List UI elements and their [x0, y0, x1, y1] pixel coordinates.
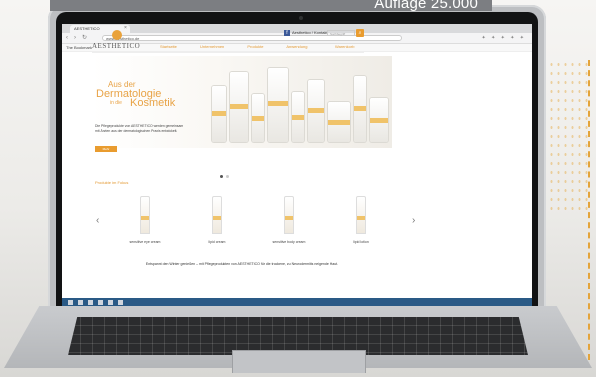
product-name: lipid lotion — [353, 240, 369, 244]
products-heading: Produkte im Fokus — [95, 180, 129, 185]
footer-tagline: Entspannt den Winter genießen – mit Pfle… — [145, 262, 339, 266]
product-card[interactable]: sensitive body cream — [264, 196, 314, 244]
laptop-trackpad — [232, 350, 366, 373]
product-name: sensitive body cream — [272, 240, 306, 244]
product-card[interactable]: lipid cream — [192, 196, 242, 244]
product-image — [308, 80, 324, 142]
slider-dot[interactable] — [226, 175, 229, 178]
product-name: lipid cream — [208, 240, 226, 244]
hero-more-button[interactable]: Mehr — [95, 146, 117, 152]
taskbar-app-icon[interactable] — [118, 300, 123, 305]
camera-icon — [299, 16, 303, 20]
menu-item-company[interactable]: Unternehmen — [200, 44, 224, 49]
hero-copy: Die Pflegeprodukte von AESTHETICO werden… — [95, 124, 184, 133]
taskbar-app-icon[interactable] — [78, 300, 83, 305]
start-icon[interactable] — [68, 300, 73, 305]
product-image — [328, 102, 350, 142]
product-image — [252, 94, 264, 142]
product-card[interactable]: lipid lotion — [336, 196, 386, 244]
taskbar-app-icon[interactable] — [98, 300, 103, 305]
decor-dot-pattern — [548, 60, 588, 210]
chevron-right-icon[interactable]: › — [412, 215, 415, 226]
menu-item-application[interactable]: Anwendung — [286, 44, 307, 49]
product-image — [370, 98, 388, 142]
site-logo[interactable]: AESTHETICO — [92, 42, 140, 50]
menu-divider — [92, 52, 364, 53]
product-name: sensitive eye cream — [129, 240, 161, 244]
logo-icon[interactable] — [112, 30, 122, 40]
cart-link[interactable]: Warenkorb — [335, 44, 354, 49]
menu-item-home[interactable]: Startseite — [160, 44, 177, 49]
product-card[interactable]: sensitive eye cream — [120, 196, 170, 244]
chevron-left-icon[interactable]: ‹ — [96, 215, 99, 226]
product-image — [292, 92, 304, 142]
menu-item-products[interactable]: Produkte — [247, 44, 263, 49]
social-links: f Aesthetico / Kontakt — [284, 30, 328, 36]
product-image — [354, 76, 366, 142]
print-run-banner: Auflage 25.000 — [50, 0, 492, 11]
hero-heading-line4: Kosmetik — [130, 97, 176, 109]
product-image — [212, 86, 226, 142]
product-image — [230, 72, 248, 142]
product-image — [268, 68, 288, 142]
site-content: AESTHETICO f Aesthetico / Kontakt Suchbeg… — [62, 24, 532, 307]
social-text[interactable]: Aesthetico / Kontakt — [292, 30, 328, 35]
taskbar-app-icon[interactable] — [88, 300, 93, 305]
search-input[interactable]: Suchbegriff — [327, 30, 355, 36]
slider-dots — [220, 165, 232, 183]
browser-screen: AESTHETICO × ‹ › ↻ www.aesthetico.de ✦ ✦… — [62, 24, 532, 307]
slider-dot[interactable] — [220, 175, 223, 178]
search-icon[interactable]: ⌕ — [356, 29, 364, 37]
taskbar-app-icon[interactable] — [108, 300, 113, 305]
banner-text: Auflage 25.000 — [374, 0, 478, 11]
decor-dashed-line — [588, 60, 590, 360]
main-menu: Startseite Unternehmen Produkte Anwendun… — [160, 44, 329, 49]
facebook-icon[interactable]: f — [284, 30, 290, 36]
hero-heading-line3: in die — [110, 100, 122, 106]
